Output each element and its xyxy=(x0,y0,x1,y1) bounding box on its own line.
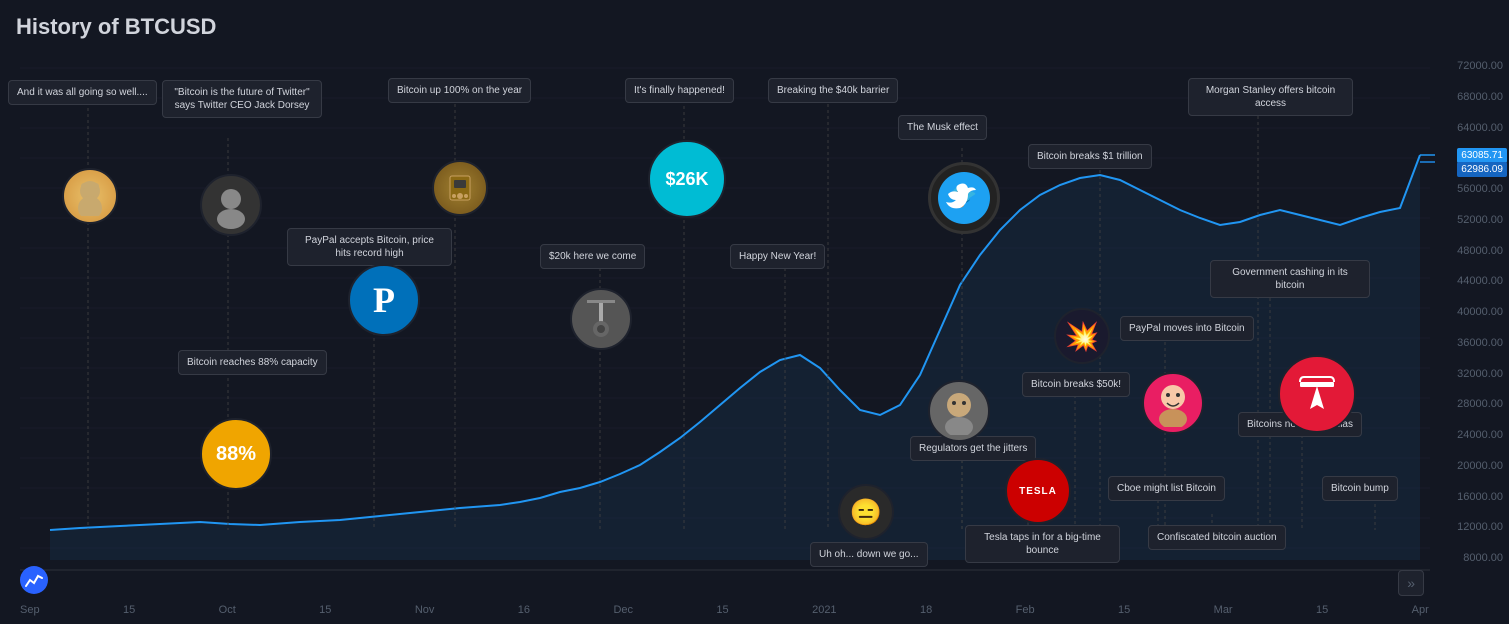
annotation-gov-cash: Government cashing in its bitcoin xyxy=(1210,260,1370,298)
annotation-going-well: And it was all going so well.... xyxy=(8,80,157,105)
current-price-1: 63085.71 xyxy=(1457,148,1507,163)
annotation-paypal-moves: PayPal moves into Bitcoin xyxy=(1120,316,1254,341)
annotation-confiscated: Confiscated bitcoin auction xyxy=(1148,525,1286,550)
annotation-finally: It's finally happened! xyxy=(625,78,734,103)
chart-container: History of BTCUSD xyxy=(0,0,1509,624)
circle-marker-paypal: P xyxy=(348,264,420,336)
annotation-morgan: Morgan Stanley offers bitcoin access xyxy=(1188,78,1353,116)
circle-marker-tesla-logo xyxy=(1278,355,1356,433)
annotation-bump: Bitcoin bump xyxy=(1322,476,1398,501)
annotation-tesla-bounce: Tesla taps in for a big-time bounce xyxy=(965,525,1120,563)
annotation-new-year: Happy New Year! xyxy=(730,244,825,269)
page-title: History of BTCUSD xyxy=(16,14,216,40)
annotation-88pct: Bitcoin reaches 88% capacity xyxy=(178,350,327,375)
tv-logo xyxy=(20,566,48,594)
circle-marker-88pct: 88% xyxy=(200,418,272,490)
tv-watermark xyxy=(20,566,48,594)
annotation-regulators: Regulators get the jitters xyxy=(910,436,1036,461)
circle-marker-26k: $26K xyxy=(648,140,726,218)
circle-marker-jukebox xyxy=(432,160,488,216)
circle-marker-dorsey xyxy=(200,174,262,236)
circle-marker-antenna xyxy=(570,288,632,350)
annotation-40k: Breaking the $40k barrier xyxy=(768,78,898,103)
annotation-twitter: "Bitcoin is the future of Twitter" says … xyxy=(162,80,322,118)
current-price-2: 62986.09 xyxy=(1457,162,1507,177)
annotation-down: Uh oh... down we go... xyxy=(810,542,928,567)
annotation-paypal-accepts: PayPal accepts Bitcoin, price hits recor… xyxy=(287,228,452,266)
circle-marker-yellen xyxy=(928,380,990,442)
annotation-20k: $20k here we come xyxy=(540,244,645,269)
circle-marker-tesla-badge: TESLA xyxy=(1005,458,1071,524)
annotation-musk: The Musk effect xyxy=(898,115,987,140)
circle-marker-avatar1 xyxy=(62,168,118,224)
annotation-trillion: Bitcoin breaks $1 trillion xyxy=(1028,144,1152,169)
annotation-cboe: Cboe might list Bitcoin xyxy=(1108,476,1225,501)
circle-marker-paypal-face xyxy=(1142,372,1204,434)
circle-marker-emoji: 😑 xyxy=(838,484,894,540)
annotation-50k: Bitcoin breaks $50k! xyxy=(1022,372,1130,397)
annotation-100pct: Bitcoin up 100% on the year xyxy=(388,78,531,103)
forward-button[interactable]: » xyxy=(1398,570,1424,596)
circle-marker-twitter: 🐦 xyxy=(928,162,1000,234)
circle-marker-explosion: 💥 xyxy=(1054,308,1110,364)
